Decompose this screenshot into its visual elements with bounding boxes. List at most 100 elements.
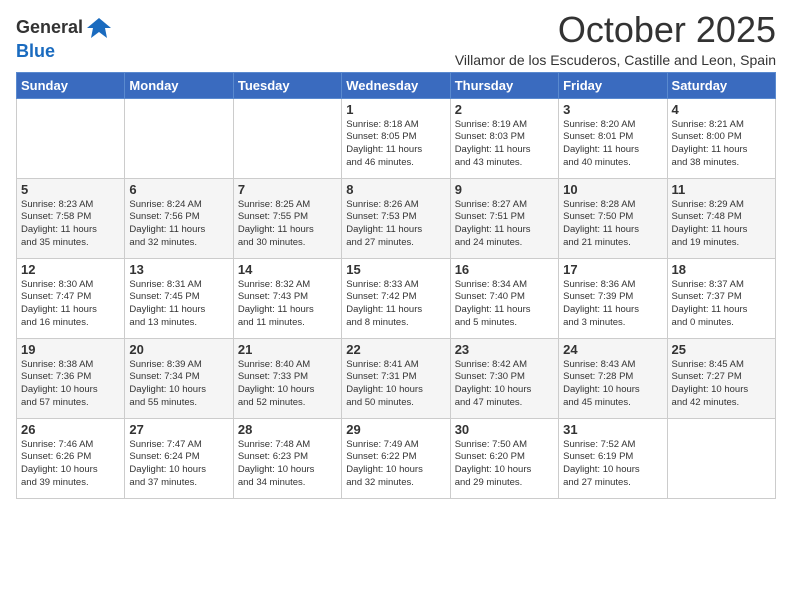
table-row: 22 Sunrise: 8:41 AM Sunset: 7:31 PM Dayli… (342, 338, 450, 418)
table-row: 10Sunrise: 8:28 AM Sunset: 7:50 PM Dayli… (559, 178, 667, 258)
table-row: 1 Sunrise: 8:18 AM Sunset: 8:05 PM Daylig… (342, 98, 450, 178)
day-number: 11 (672, 182, 771, 197)
day-number: 17 (563, 262, 662, 277)
day-info: Sunrise: 8:30 AM Sunset: 7:47 PM Dayligh… (21, 279, 120, 330)
day-info: Sunrise: 8:24 AM Sunset: 7:56 PM Dayligh… (129, 199, 228, 250)
month-title: October 2025 (455, 10, 776, 50)
col-thursday: Thursday (450, 72, 558, 98)
table-row: 24Sunrise: 8:43 AM Sunset: 7:28 PM Dayli… (559, 338, 667, 418)
day-info: Sunrise: 8:41 AM Sunset: 7:31 PM Dayligh… (346, 359, 445, 410)
day-info: Sunrise: 8:26 AM Sunset: 7:53 PM Dayligh… (346, 199, 445, 250)
table-row (125, 98, 233, 178)
table-row: 15Sunrise: 8:33 AM Sunset: 7:42 PM Dayli… (342, 258, 450, 338)
table-row: 29 Sunrise: 7:49 AM Sunset: 6:22 PM Dayli… (342, 418, 450, 498)
day-info: Sunrise: 8:39 AM Sunset: 7:34 PM Dayligh… (129, 359, 228, 410)
day-info: Sunrise: 8:29 AM Sunset: 7:48 PM Dayligh… (672, 199, 771, 250)
day-info: Sunrise: 8:38 AM Sunset: 7:36 PM Dayligh… (21, 359, 120, 410)
table-row: 25 Sunrise: 8:45 AM Sunset: 7:27 PM Dayli… (667, 338, 775, 418)
table-row: 23 Sunrise: 8:42 AM Sunset: 7:30 PM Dayli… (450, 338, 558, 418)
table-row: 13Sunrise: 8:31 AM Sunset: 7:45 PM Dayli… (125, 258, 233, 338)
table-row: 9 Sunrise: 8:27 AM Sunset: 7:51 PM Daylig… (450, 178, 558, 258)
calendar-week-row: 19 Sunrise: 8:38 AM Sunset: 7:36 PM Dayli… (17, 338, 776, 418)
day-info: Sunrise: 8:42 AM Sunset: 7:30 PM Dayligh… (455, 359, 554, 410)
day-info: Sunrise: 7:49 AM Sunset: 6:22 PM Dayligh… (346, 439, 445, 490)
day-number: 4 (672, 102, 771, 117)
day-number: 5 (21, 182, 120, 197)
page: General Blue October 2025 Villamor de lo… (0, 0, 792, 612)
table-row: 7Sunrise: 8:25 AM Sunset: 7:55 PM Daylig… (233, 178, 341, 258)
table-row: 16Sunrise: 8:34 AM Sunset: 7:40 PM Dayli… (450, 258, 558, 338)
col-saturday: Saturday (667, 72, 775, 98)
day-info: Sunrise: 8:27 AM Sunset: 7:51 PM Dayligh… (455, 199, 554, 250)
table-row: 6 Sunrise: 8:24 AM Sunset: 7:56 PM Daylig… (125, 178, 233, 258)
day-number: 13 (129, 262, 228, 277)
calendar-week-row: 5 Sunrise: 8:23 AM Sunset: 7:58 PM Daylig… (17, 178, 776, 258)
day-info: Sunrise: 8:19 AM Sunset: 8:03 PM Dayligh… (455, 119, 554, 170)
day-info: Sunrise: 7:46 AM Sunset: 6:26 PM Dayligh… (21, 439, 120, 490)
table-row: 27Sunrise: 7:47 AM Sunset: 6:24 PM Dayli… (125, 418, 233, 498)
day-info: Sunrise: 8:21 AM Sunset: 8:00 PM Dayligh… (672, 119, 771, 170)
day-info: Sunrise: 8:25 AM Sunset: 7:55 PM Dayligh… (238, 199, 337, 250)
calendar-week-row: 1 Sunrise: 8:18 AM Sunset: 8:05 PM Daylig… (17, 98, 776, 178)
day-number: 31 (563, 422, 662, 437)
day-info: Sunrise: 8:37 AM Sunset: 7:37 PM Dayligh… (672, 279, 771, 330)
table-row (667, 418, 775, 498)
day-info: Sunrise: 7:52 AM Sunset: 6:19 PM Dayligh… (563, 439, 662, 490)
col-monday: Monday (125, 72, 233, 98)
table-row: 21Sunrise: 8:40 AM Sunset: 7:33 PM Dayli… (233, 338, 341, 418)
day-info: Sunrise: 8:34 AM Sunset: 7:40 PM Dayligh… (455, 279, 554, 330)
table-row: 31 Sunrise: 7:52 AM Sunset: 6:19 PM Dayli… (559, 418, 667, 498)
day-number: 19 (21, 342, 120, 357)
table-row: 18 Sunrise: 8:37 AM Sunset: 7:37 PM Dayli… (667, 258, 775, 338)
day-number: 27 (129, 422, 228, 437)
table-row (233, 98, 341, 178)
calendar-header-row: Sunday Monday Tuesday Wednesday Thursday… (17, 72, 776, 98)
day-number: 14 (238, 262, 337, 277)
calendar-week-row: 26 Sunrise: 7:46 AM Sunset: 6:26 PM Dayli… (17, 418, 776, 498)
logo-blue-text: Blue (16, 41, 55, 61)
day-info: Sunrise: 7:48 AM Sunset: 6:23 PM Dayligh… (238, 439, 337, 490)
table-row: 11 Sunrise: 8:29 AM Sunset: 7:48 PM Dayli… (667, 178, 775, 258)
day-number: 24 (563, 342, 662, 357)
day-number: 2 (455, 102, 554, 117)
day-number: 3 (563, 102, 662, 117)
day-info: Sunrise: 8:23 AM Sunset: 7:58 PM Dayligh… (21, 199, 120, 250)
day-number: 18 (672, 262, 771, 277)
day-number: 15 (346, 262, 445, 277)
day-number: 9 (455, 182, 554, 197)
table-row: 4 Sunrise: 8:21 AM Sunset: 8:00 PM Daylig… (667, 98, 775, 178)
day-number: 25 (672, 342, 771, 357)
day-number: 30 (455, 422, 554, 437)
day-number: 23 (455, 342, 554, 357)
day-number: 1 (346, 102, 445, 117)
table-row: 8 Sunrise: 8:26 AM Sunset: 7:53 PM Daylig… (342, 178, 450, 258)
day-info: Sunrise: 8:20 AM Sunset: 8:01 PM Dayligh… (563, 119, 662, 170)
location: Villamor de los Escuderos, Castille and … (455, 52, 776, 68)
calendar-week-row: 12Sunrise: 8:30 AM Sunset: 7:47 PM Dayli… (17, 258, 776, 338)
day-number: 21 (238, 342, 337, 357)
table-row: 14Sunrise: 8:32 AM Sunset: 7:43 PM Dayli… (233, 258, 341, 338)
day-number: 26 (21, 422, 120, 437)
col-wednesday: Wednesday (342, 72, 450, 98)
header: General Blue October 2025 Villamor de lo… (16, 10, 776, 68)
day-info: Sunrise: 8:36 AM Sunset: 7:39 PM Dayligh… (563, 279, 662, 330)
table-row: 30Sunrise: 7:50 AM Sunset: 6:20 PM Dayli… (450, 418, 558, 498)
table-row: 20 Sunrise: 8:39 AM Sunset: 7:34 PM Dayli… (125, 338, 233, 418)
day-number: 8 (346, 182, 445, 197)
day-info: Sunrise: 8:28 AM Sunset: 7:50 PM Dayligh… (563, 199, 662, 250)
table-row: 19 Sunrise: 8:38 AM Sunset: 7:36 PM Dayli… (17, 338, 125, 418)
col-sunday: Sunday (17, 72, 125, 98)
title-block: October 2025 Villamor de los Escuderos, … (455, 10, 776, 68)
table-row: 3 Sunrise: 8:20 AM Sunset: 8:01 PM Daylig… (559, 98, 667, 178)
table-row: 12Sunrise: 8:30 AM Sunset: 7:47 PM Dayli… (17, 258, 125, 338)
day-info: Sunrise: 8:18 AM Sunset: 8:05 PM Dayligh… (346, 119, 445, 170)
table-row: 28Sunrise: 7:48 AM Sunset: 6:23 PM Dayli… (233, 418, 341, 498)
calendar-table: Sunday Monday Tuesday Wednesday Thursday… (16, 72, 776, 499)
day-number: 6 (129, 182, 228, 197)
day-number: 29 (346, 422, 445, 437)
col-friday: Friday (559, 72, 667, 98)
day-info: Sunrise: 8:45 AM Sunset: 7:27 PM Dayligh… (672, 359, 771, 410)
logo-general-text: General (16, 18, 83, 38)
day-number: 22 (346, 342, 445, 357)
day-number: 20 (129, 342, 228, 357)
